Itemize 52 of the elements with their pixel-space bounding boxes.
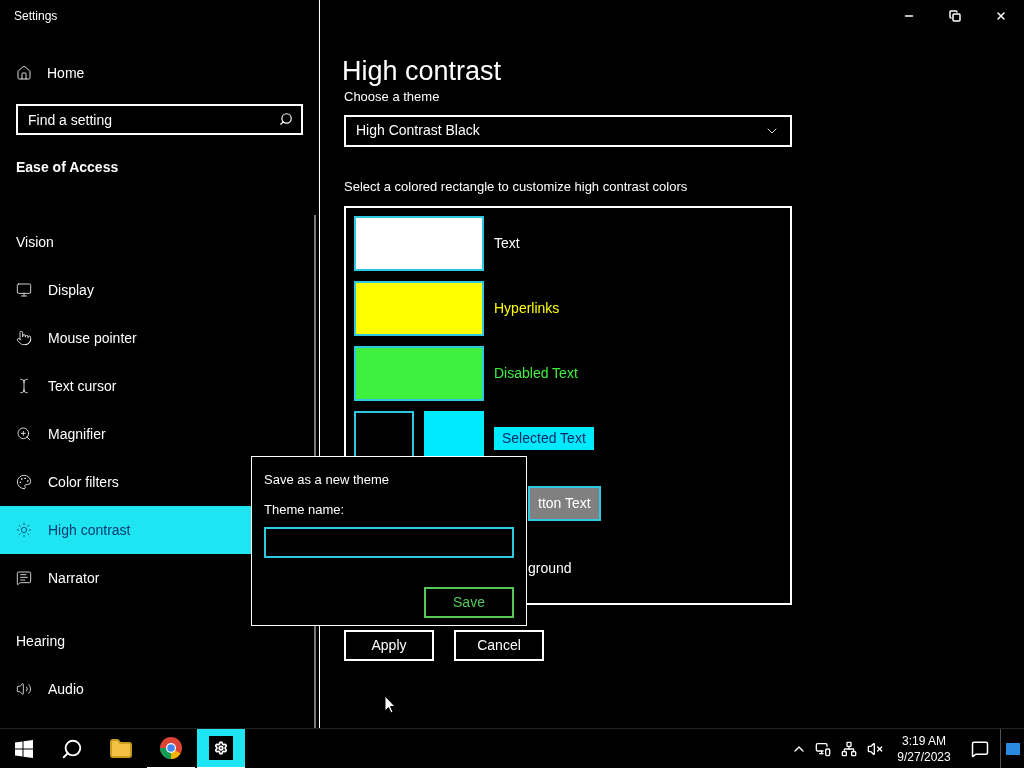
speech-bubble-icon bbox=[971, 739, 989, 758]
taskbar-app[interactable] bbox=[197, 728, 245, 768]
color-swatch[interactable] bbox=[354, 281, 484, 336]
clock[interactable]: 3:19 AM 9/27/2023 bbox=[888, 728, 960, 768]
theme-label: Choose a theme bbox=[344, 88, 441, 106]
close-icon bbox=[995, 10, 1007, 22]
folder-icon bbox=[109, 736, 133, 761]
monitor-icon bbox=[16, 282, 32, 298]
palette-icon bbox=[16, 474, 32, 490]
section-heading: Vision bbox=[16, 232, 54, 252]
nav-item[interactable]: Magnifier bbox=[0, 410, 319, 458]
muted-speaker-icon[interactable] bbox=[867, 740, 883, 757]
restore-icon bbox=[949, 10, 961, 22]
dialog-title: Save as a new theme bbox=[264, 471, 391, 489]
category-title: Ease of Access bbox=[16, 159, 119, 175]
page-title: High contrast bbox=[342, 55, 503, 88]
sun-icon bbox=[16, 522, 32, 538]
nav-item[interactable]: Display bbox=[0, 266, 319, 314]
search-field[interactable]: Find a setting bbox=[16, 104, 303, 135]
theme-name-field[interactable] bbox=[264, 527, 514, 558]
device-icon[interactable] bbox=[815, 740, 831, 757]
nav-item[interactable]: Audio bbox=[0, 665, 319, 713]
color-swatch[interactable] bbox=[354, 346, 484, 401]
apply-button[interactable]: Apply bbox=[344, 630, 434, 661]
nav-item[interactable]: Text cursor bbox=[0, 362, 319, 410]
cancel-button[interactable]: Cancel bbox=[454, 630, 544, 661]
window-title: Settings bbox=[14, 8, 58, 25]
color-swatch[interactable] bbox=[354, 216, 484, 271]
search-icon bbox=[279, 112, 293, 126]
color-label: Selected Text bbox=[494, 427, 594, 450]
speech-bubble-icon bbox=[16, 570, 32, 586]
color-label: ground bbox=[528, 559, 572, 578]
gear-icon bbox=[209, 735, 233, 760]
color-label: Disabled Text bbox=[494, 364, 578, 383]
nav-item[interactable]: Narrator bbox=[0, 554, 319, 602]
color-label: Text bbox=[494, 234, 520, 253]
save-button[interactable]: Save bbox=[424, 587, 514, 618]
theme-dropdown[interactable]: High Contrast Black bbox=[344, 114, 792, 147]
magnifier-icon bbox=[16, 426, 32, 442]
colors-label: Select a colored rectangle to customize high contrast colors bbox=[344, 177, 689, 196]
section-heading: Hearing bbox=[16, 631, 66, 651]
nav-item[interactable]: Mouse pointer bbox=[0, 314, 319, 362]
search-icon bbox=[61, 737, 83, 760]
browser-icon bbox=[159, 735, 183, 760]
windows-icon bbox=[15, 739, 33, 758]
speaker-icon bbox=[16, 681, 32, 697]
hand-pointer-icon bbox=[16, 330, 32, 346]
home-link[interactable]: Home bbox=[0, 52, 319, 94]
color-label: Hyperlinks bbox=[494, 299, 560, 318]
network-icon[interactable] bbox=[841, 740, 857, 757]
home-icon bbox=[16, 65, 32, 81]
mouse-cursor-icon bbox=[384, 695, 396, 714]
